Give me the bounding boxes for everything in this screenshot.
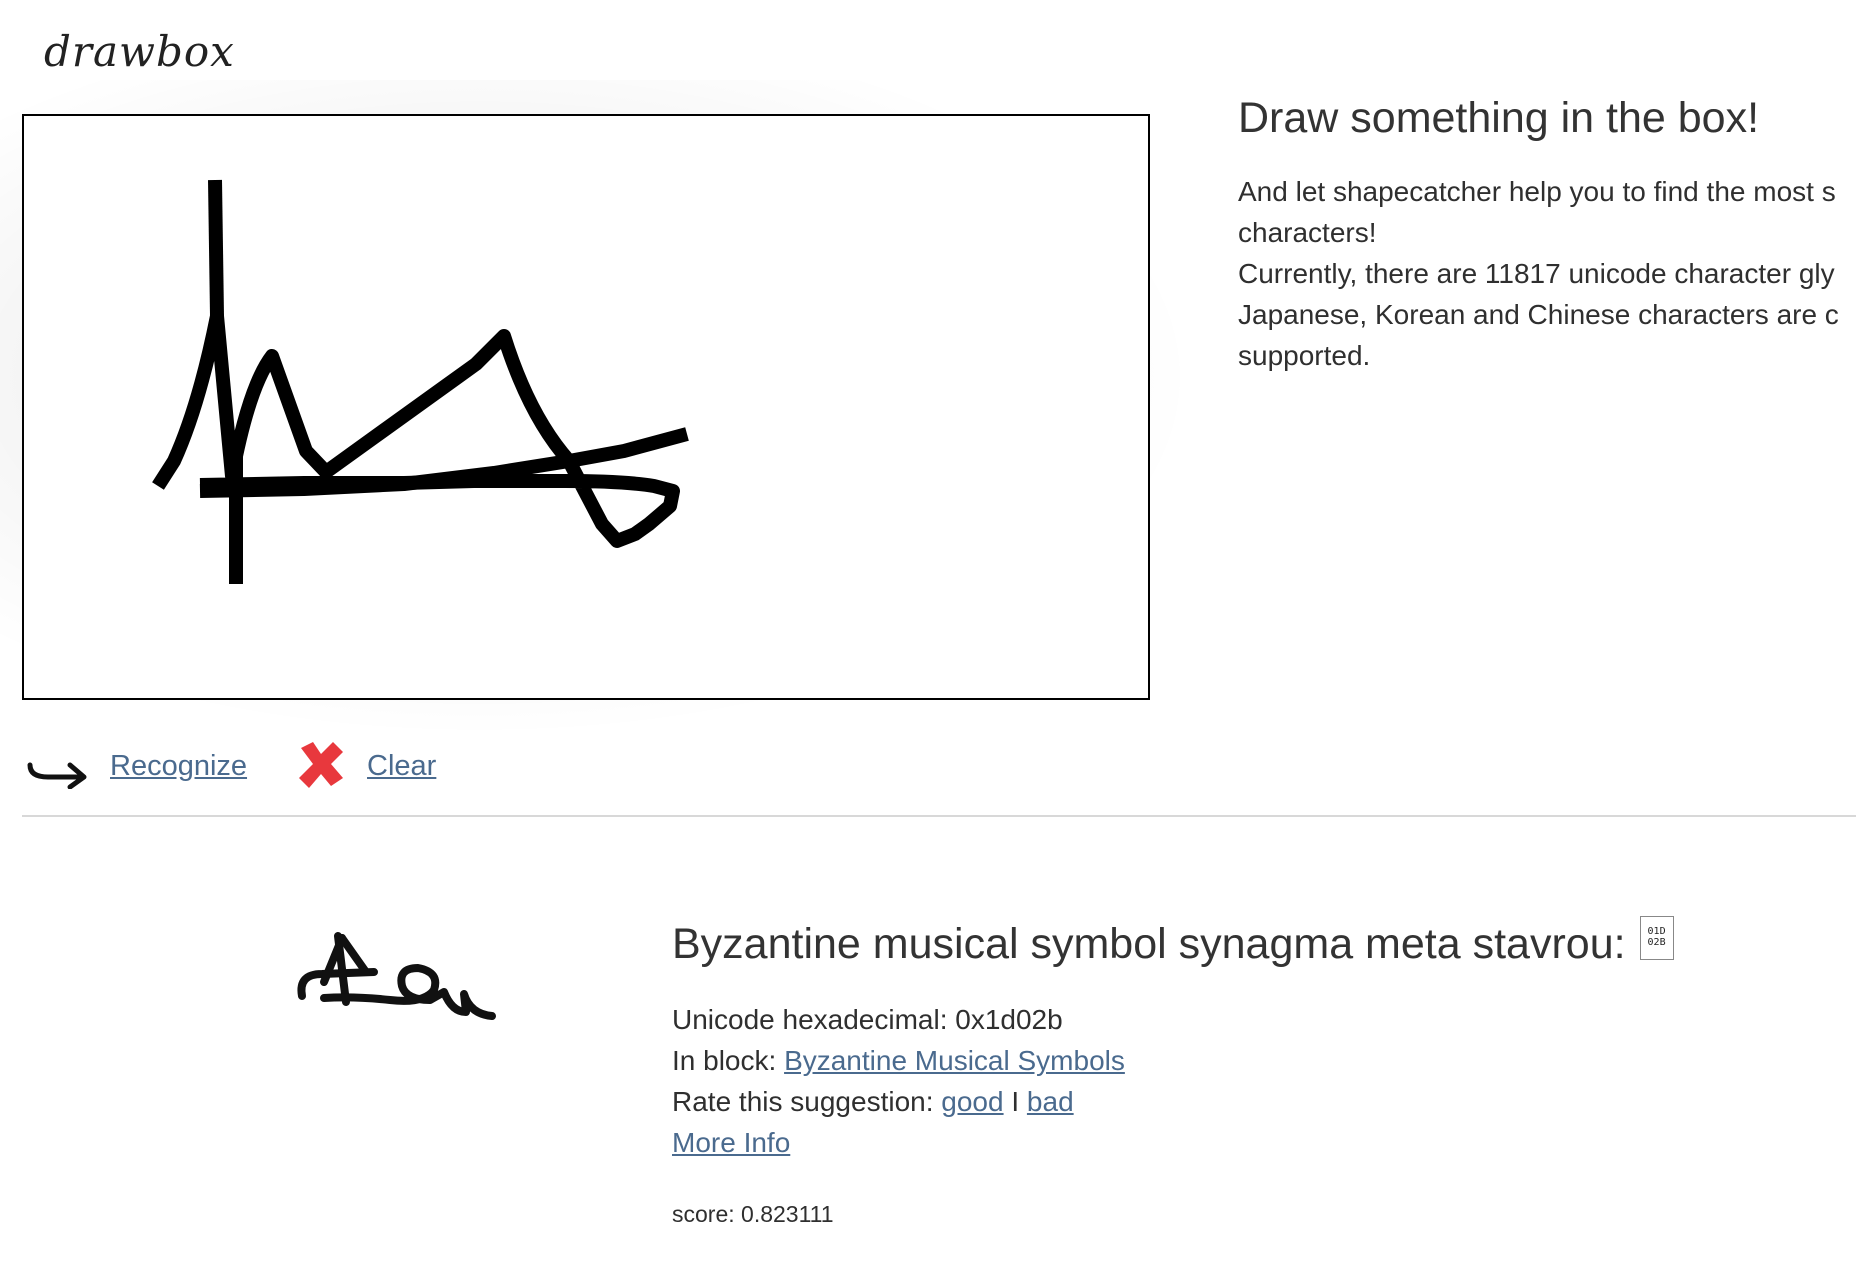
result-details: Unicode hexadecimal: 0x1d02b In block: B…	[672, 999, 1822, 1163]
result-panel: Byzantine musical symbol synagma meta st…	[672, 916, 1822, 1228]
glyph-box-line: 02B	[1647, 937, 1666, 948]
user-drawing	[152, 179, 689, 584]
block-prefix: In block:	[672, 1045, 785, 1076]
score-text: score: 0.823111	[672, 1201, 834, 1227]
rate-prefix: Rate this suggestion:	[672, 1086, 942, 1117]
drawbox-logo-image: drawbox	[44, 27, 235, 76]
block-line: In block: Byzantine Musical Symbols	[672, 1040, 1822, 1081]
curved-arrow-icon[interactable]	[24, 739, 94, 794]
drawing-canvas[interactable]	[22, 114, 1150, 700]
more-info-line: More Info	[672, 1122, 1822, 1163]
intro-line: Currently, there are 11817 unicode chara…	[1238, 258, 1835, 289]
svg-text:drawbox: drawbox	[44, 27, 235, 76]
tool-row: Recognize Clear	[24, 740, 436, 792]
recognize-link[interactable]: Recognize	[110, 750, 247, 783]
result-glyph-image	[294, 924, 504, 1029]
user-drawing-strokes	[152, 179, 689, 584]
result-title-text: Byzantine musical symbol synagma meta st…	[672, 920, 1626, 968]
rate-line: Rate this suggestion: good I bad	[672, 1081, 1822, 1122]
missing-glyph-box: 01D 02B	[1639, 916, 1674, 960]
stroke-path-2	[208, 179, 224, 317]
rate-bad-link[interactable]: bad	[1027, 1086, 1074, 1117]
divider	[22, 815, 1856, 817]
clear-link[interactable]: Clear	[367, 750, 436, 783]
unicode-hex: Unicode hexadecimal: 0x1d02b	[672, 1004, 1063, 1035]
intro-line: supported.	[1238, 340, 1371, 371]
intro-line: And let shapecatcher help you to find th…	[1238, 176, 1836, 207]
intro-line: Japanese, Korean and Chinese characters …	[1238, 299, 1839, 330]
glyph-box-line: 01D	[1647, 926, 1666, 937]
red-x-icon[interactable]	[291, 734, 351, 799]
page: drawbox Recognize Clear Draw something i…	[0, 0, 1856, 1280]
block-link[interactable]: Byzantine Musical Symbols	[784, 1045, 1125, 1076]
rate-separator: I	[1003, 1086, 1027, 1117]
more-info-link[interactable]: More Info	[672, 1127, 790, 1158]
result-title: Byzantine musical symbol synagma meta st…	[672, 916, 1822, 969]
intro-title: Draw something in the box!	[1238, 94, 1760, 142]
drawbox-logo: drawbox	[40, 22, 270, 87]
intro-panel: Draw something in the box! And let shape…	[1238, 94, 1856, 376]
intro-line: characters!	[1238, 217, 1377, 248]
rate-good-link[interactable]: good	[941, 1086, 1003, 1117]
